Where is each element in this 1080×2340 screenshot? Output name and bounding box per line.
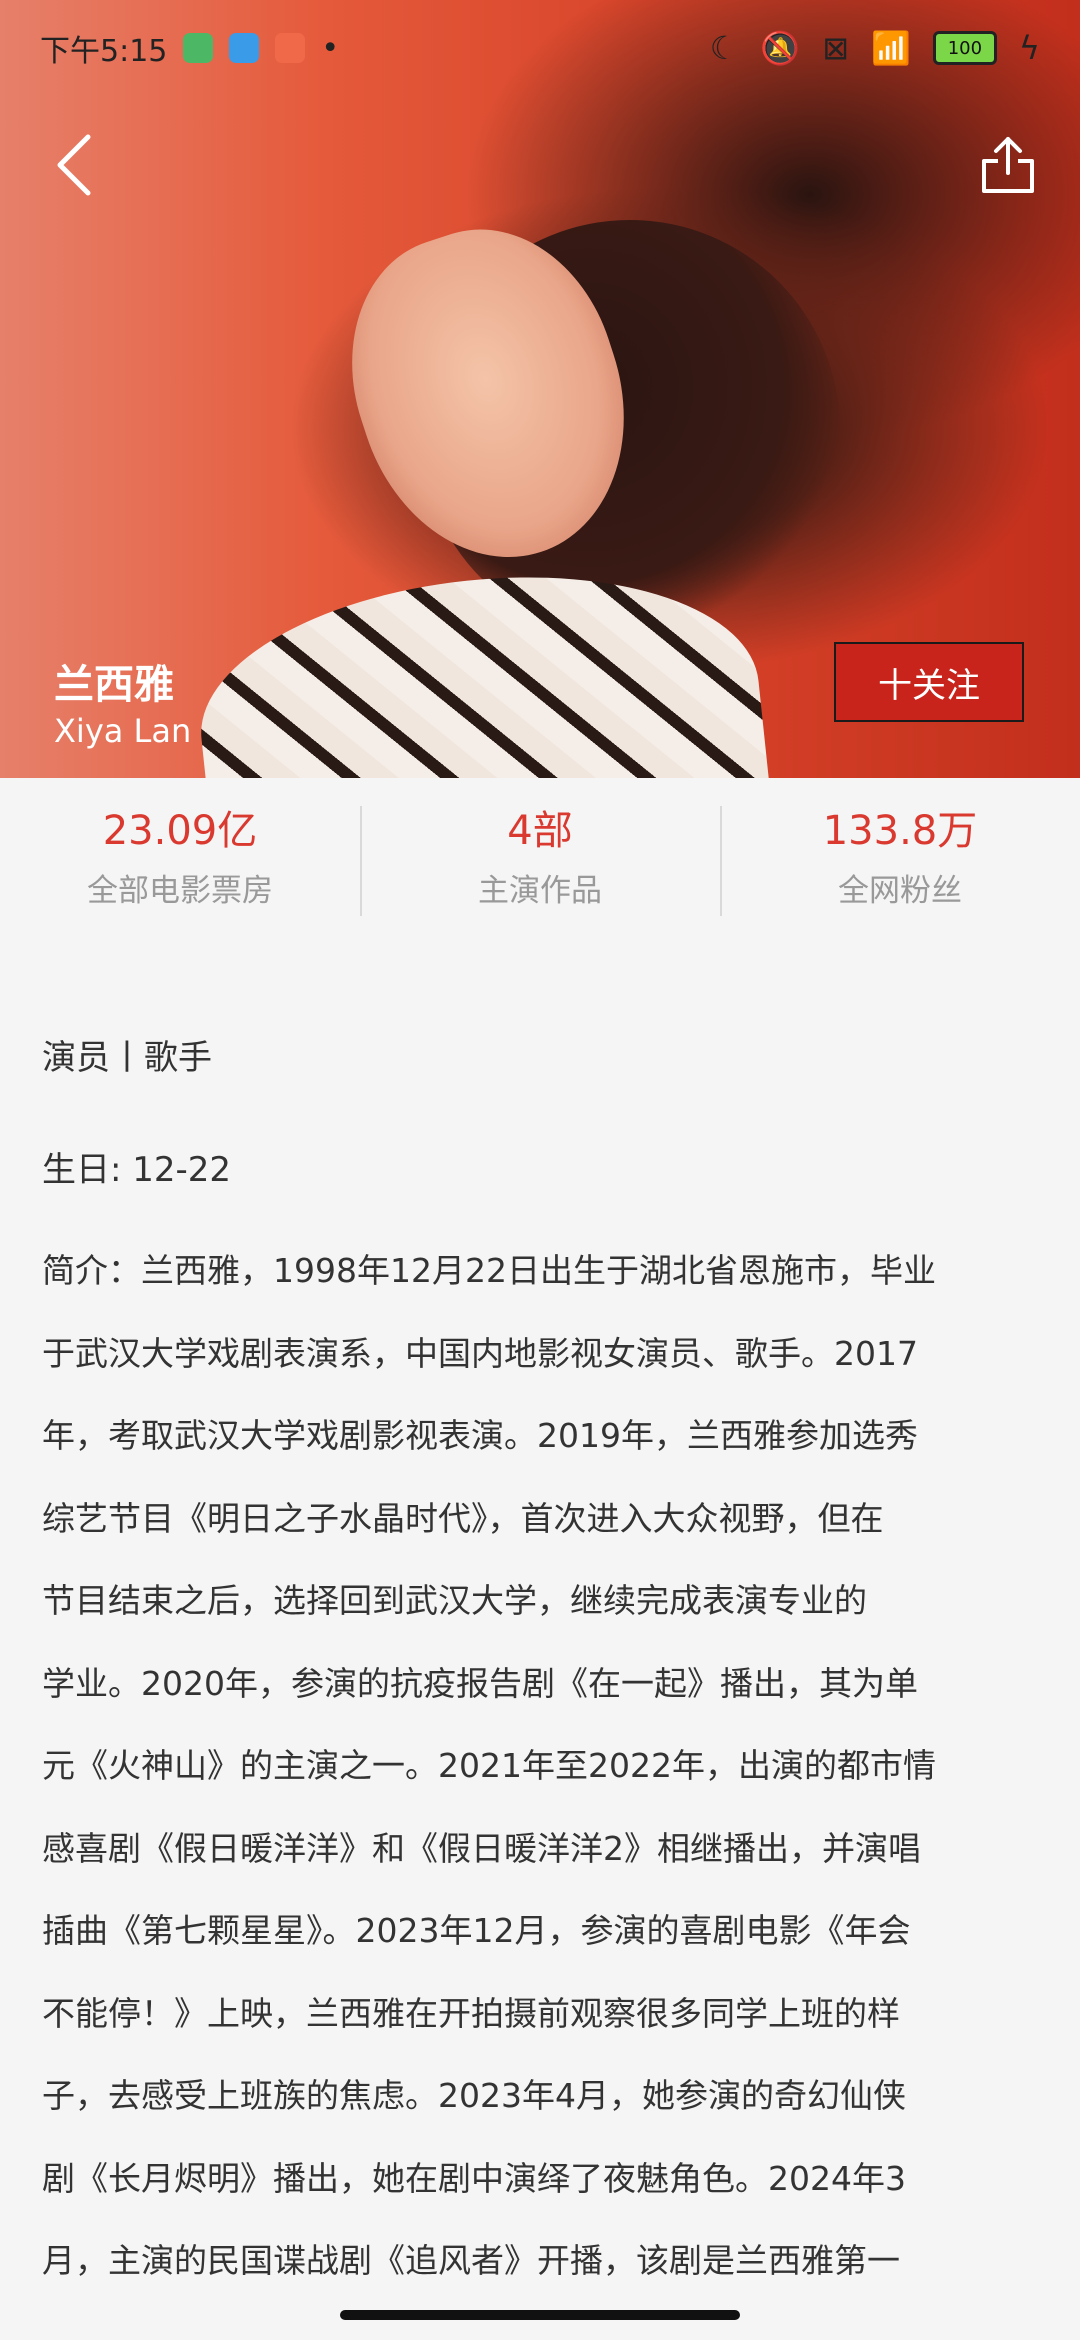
bio-line: 感喜剧《假日暖洋洋》和《假日暖洋洋2》相继播出，并演唱 bbox=[42, 1828, 921, 1868]
android-app-icon bbox=[183, 33, 214, 63]
bio-line: 剧《长月烬明》播出，她在剧中演绎了夜魅角色。2024年3 bbox=[42, 2158, 906, 2198]
bio-line: 简介：兰西雅，1998年12月22日出生于湖北省恩施市，毕业 bbox=[42, 1251, 936, 1290]
status-bar: 下午5:15 • ☾ 🔕 ⊠ 📶 100 ϟ bbox=[0, 0, 1080, 96]
no-sim-icon: ⊠ bbox=[822, 29, 850, 67]
cloud-app-icon bbox=[229, 33, 260, 63]
do-not-disturb-moon-icon: ☾ bbox=[709, 29, 739, 67]
bio-line: 节目结束之后，选择回到武汉大学，继续完成表演专业的 bbox=[42, 1581, 867, 1620]
charging-icon: ϟ bbox=[1018, 29, 1040, 67]
bio-line: 于武汉大学戏剧表演系，中国内地影视女演员、歌手。2017 bbox=[42, 1333, 918, 1373]
stat-works[interactable]: 4部 主演作品 bbox=[360, 778, 720, 938]
shopping-app-icon bbox=[275, 33, 306, 63]
birthday-text: 生日: 12-22 bbox=[42, 1150, 232, 1190]
mute-bell-icon: 🔕 bbox=[760, 29, 801, 67]
stat-label: 主演作品 bbox=[478, 872, 602, 909]
star-name-chinese: 兰西雅 bbox=[54, 662, 174, 708]
stat-fans[interactable]: 133.8万 全网粉丝 bbox=[720, 778, 1080, 938]
back-arrow-icon bbox=[57, 134, 91, 196]
home-indicator[interactable] bbox=[340, 2310, 740, 2320]
stats-row: 23.09亿 全部电影票房 4部 主演作品 133.8万 全网粉丝 bbox=[0, 778, 1080, 938]
bio-line: 学业。2020年，参演的抗疫报告剧《在一起》播出，其为单 bbox=[42, 1663, 918, 1703]
bio-line: 年，考取武汉大学戏剧影视表演。2019年，兰西雅参加选秀 bbox=[42, 1416, 918, 1455]
stat-label: 全部电影票房 bbox=[87, 872, 273, 909]
wifi-icon: 📶 bbox=[871, 29, 911, 67]
stat-value: 133.8万 bbox=[822, 807, 978, 854]
bio-line: 综艺节目《明日之子水晶时代》，首次进入大众视野，但在 bbox=[42, 1498, 884, 1538]
follow-button[interactable]: 十关注 bbox=[834, 642, 1024, 722]
back-button[interactable] bbox=[0, 106, 148, 224]
biography: 简介：兰西雅，1998年12月22日出生于湖北省恩施市，毕业 于武汉大学戏剧表演… bbox=[42, 1230, 1042, 2303]
stat-label: 全网粉丝 bbox=[838, 872, 962, 909]
bio-line: 插曲《第七颗星星》。2023年12月，参演的喜剧电影《年会 bbox=[42, 1911, 911, 1950]
stat-value: 4部 bbox=[507, 807, 573, 854]
bio-line: 不能停！》上映，兰西雅在开拍摄前观察很多同学上班的样 bbox=[42, 1993, 900, 2033]
share-icon bbox=[982, 137, 1034, 193]
battery-icon: 100 bbox=[932, 31, 997, 65]
bio-line: 元《火神山》的主演之一。2021年至2022年，出演的都市情 bbox=[42, 1746, 936, 1785]
stat-box-office[interactable]: 23.09亿 全部电影票房 bbox=[0, 778, 360, 938]
status-time: 下午5:15 bbox=[40, 34, 168, 69]
share-button[interactable] bbox=[934, 106, 1080, 224]
more-notifications-dot-icon: • bbox=[321, 30, 340, 66]
bio-line: 子，去感受上班族的焦虑。2023年4月，她参演的奇幻仙侠 bbox=[42, 2076, 906, 2115]
profession-text: 演员丨歌手 bbox=[42, 1038, 212, 1078]
star-name-english: Xiya Lan bbox=[54, 712, 192, 750]
bio-line: 月，主演的民国谍战剧《追风者》开播，该剧是兰西雅第一 bbox=[42, 2241, 900, 2280]
stat-value: 23.09亿 bbox=[102, 807, 258, 854]
